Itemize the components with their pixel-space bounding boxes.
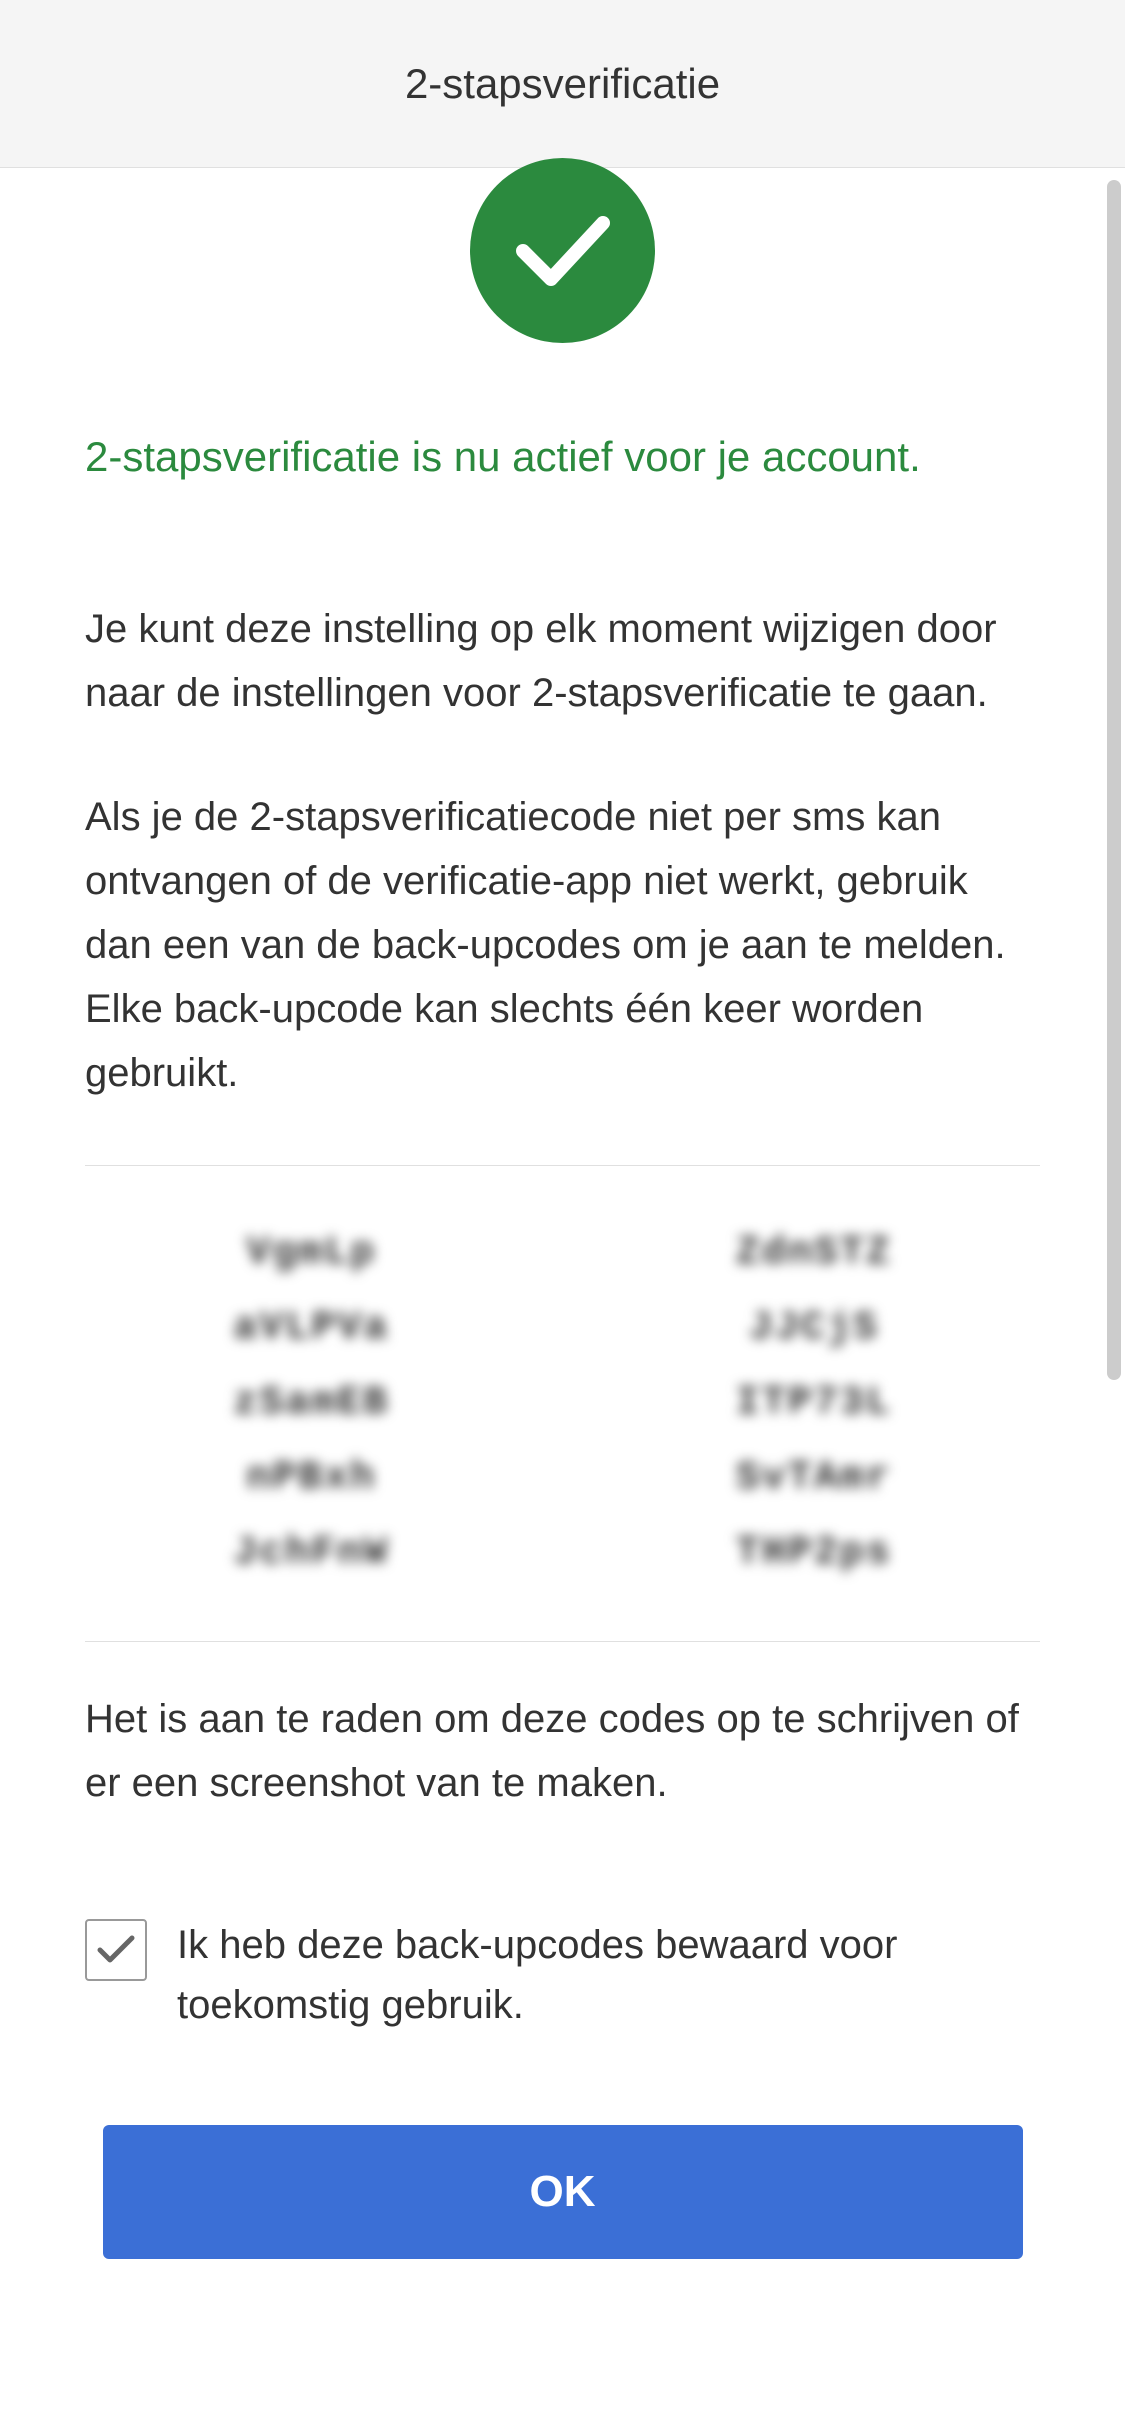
confirmation-checkbox-label: Ik heb deze back-upcodes bewaard voor to… bbox=[177, 1915, 1040, 2035]
success-icon-wrapper bbox=[85, 158, 1040, 343]
backup-code: aVLPVa bbox=[85, 1306, 538, 1351]
backup-code: ZdnSTZ bbox=[588, 1231, 1041, 1276]
backup-codes-grid: VgmLp ZdnSTZ aVLPVa JJCjS zSamEB ITP73L … bbox=[85, 1211, 1040, 1596]
backup-code: JJCjS bbox=[588, 1306, 1041, 1351]
ok-button[interactable]: OK bbox=[103, 2125, 1023, 2259]
page-title: 2-stapsverificatie bbox=[405, 60, 720, 108]
checkmark-icon bbox=[96, 1934, 136, 1966]
confirmation-checkbox-row: Ik heb deze back-upcodes bewaard voor to… bbox=[85, 1915, 1040, 2035]
page-header: 2-stapsverificatie bbox=[0, 0, 1125, 168]
backup-code: SvTAmr bbox=[588, 1456, 1041, 1501]
description-paragraph-2: Als je de 2-stapsverificatiecode niet pe… bbox=[85, 785, 1040, 1105]
backup-code: VgmLp bbox=[85, 1231, 538, 1276]
divider-bottom bbox=[85, 1641, 1040, 1642]
backup-code: zSamEB bbox=[85, 1381, 538, 1426]
confirmation-checkbox[interactable] bbox=[85, 1919, 147, 1981]
backup-code: JchFnW bbox=[85, 1531, 538, 1576]
divider-top bbox=[85, 1165, 1040, 1166]
success-message: 2-stapsverificatie is nu actief voor je … bbox=[85, 428, 1040, 487]
backup-code: nPBxh bbox=[85, 1456, 538, 1501]
backup-code: THP2ps bbox=[588, 1531, 1041, 1576]
recommendation-text: Het is aan te raden om deze codes op te … bbox=[85, 1687, 1040, 1815]
backup-code: ITP73L bbox=[588, 1381, 1041, 1426]
description-paragraph-1: Je kunt deze instelling op elk moment wi… bbox=[85, 597, 1040, 725]
main-content: 2-stapsverificatie is nu actief voor je … bbox=[0, 158, 1125, 2259]
success-checkmark-icon bbox=[470, 158, 655, 343]
